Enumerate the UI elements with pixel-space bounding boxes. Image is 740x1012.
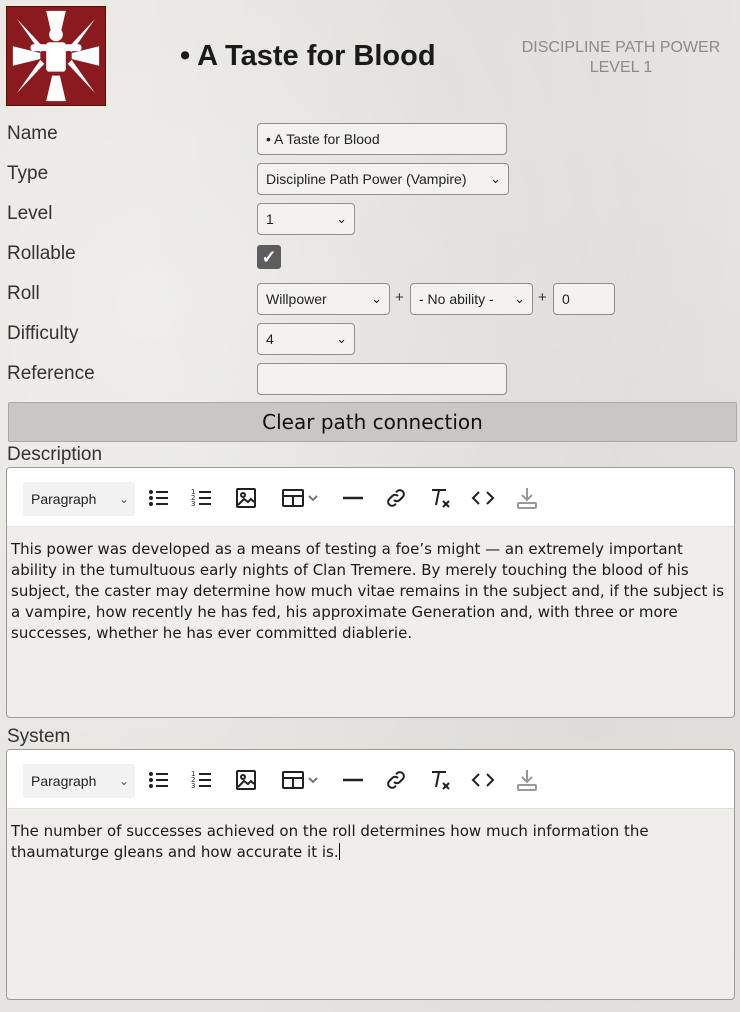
system-label: System [7, 726, 71, 747]
editor-toolbar: Paragraph ⌄ 123 [7, 468, 734, 527]
clear-formatting-icon[interactable] [426, 484, 454, 512]
link-icon[interactable] [382, 484, 410, 512]
name-input[interactable]: • A Taste for Blood [257, 123, 507, 155]
difficulty-select-value: 4 [266, 331, 274, 347]
chevron-down-icon: ⌄ [371, 291, 382, 306]
chevron-down-icon: ⌄ [336, 331, 347, 346]
system-editor[interactable]: Paragraph ⌄ 123 The number of successes … [6, 749, 735, 1000]
power-level-line: LEVEL 1 [589, 59, 653, 76]
plus-sign: + [395, 289, 404, 306]
power-type-heading: DISCIPLINE PATH POWER LEVEL 1 [506, 38, 736, 78]
svg-text:3: 3 [191, 500, 195, 508]
plus-sign: + [538, 289, 547, 306]
clan-figure-icon [12, 10, 100, 102]
description-editor[interactable]: Paragraph ⌄ 123 This power was developed… [6, 467, 735, 718]
chevron-down-icon: ⌄ [514, 291, 525, 306]
type-select[interactable]: Discipline Path Power (Vampire) ⌄ [257, 163, 509, 195]
chevron-down-icon: ⌄ [336, 211, 347, 226]
name-label: Name [7, 123, 58, 144]
reference-label: Reference [7, 363, 95, 384]
power-type-line: DISCIPLINE PATH POWER [521, 39, 721, 56]
level-label: Level [7, 203, 53, 224]
rollable-checkbox[interactable]: ✓ [257, 245, 281, 269]
source-code-icon[interactable] [469, 766, 497, 794]
image-icon[interactable] [232, 484, 260, 512]
level-select-value: 1 [266, 211, 274, 227]
block-format-select[interactable]: Paragraph ⌄ [23, 482, 135, 516]
image-icon[interactable] [232, 766, 260, 794]
block-format-select[interactable]: Paragraph ⌄ [23, 764, 135, 798]
insert-template-icon[interactable] [513, 484, 541, 512]
roll-label: Roll [7, 283, 40, 304]
description-content[interactable]: This power was developed as a means of t… [7, 527, 734, 656]
block-format-value: Paragraph [31, 773, 97, 789]
difficulty-select[interactable]: 4 ⌄ [257, 323, 355, 355]
chevron-down-icon: ⌄ [490, 171, 501, 186]
roll-attribute-select[interactable]: Willpower ⌄ [257, 283, 390, 315]
bullet-list-icon[interactable] [145, 766, 173, 794]
clear-formatting-icon[interactable] [426, 766, 454, 794]
chevron-down-icon: ⌄ [118, 492, 129, 506]
link-icon[interactable] [382, 766, 410, 794]
type-label: Type [7, 163, 49, 184]
insert-template-icon[interactable] [513, 766, 541, 794]
description-label: Description [7, 444, 103, 465]
block-format-value: Paragraph [31, 491, 97, 507]
source-code-icon[interactable] [469, 484, 497, 512]
table-icon[interactable] [277, 484, 325, 512]
page-title: • A Taste for Blood [180, 40, 436, 72]
roll-attribute-value: Willpower [266, 291, 327, 307]
table-icon[interactable] [277, 766, 325, 794]
type-select-value: Discipline Path Power (Vampire) [266, 171, 467, 187]
level-select[interactable]: 1 ⌄ [257, 203, 355, 235]
clan-logo [6, 6, 106, 106]
bullet-list-icon[interactable] [145, 484, 173, 512]
chevron-down-icon: ⌄ [118, 774, 129, 788]
roll-ability-select[interactable]: - No ability - ⌄ [410, 283, 533, 315]
svg-text:3: 3 [191, 782, 195, 790]
reference-input[interactable] [257, 363, 507, 395]
horizontal-rule-icon[interactable] [339, 484, 367, 512]
roll-modifier-input[interactable]: 0 [553, 283, 615, 315]
editor-toolbar: Paragraph ⌄ 123 [7, 750, 734, 809]
horizontal-rule-icon[interactable] [339, 766, 367, 794]
numbered-list-icon[interactable]: 123 [188, 766, 216, 794]
difficulty-label: Difficulty [7, 323, 79, 344]
system-text: The number of successes achieved on the … [11, 822, 649, 861]
numbered-list-icon[interactable]: 123 [188, 484, 216, 512]
clear-path-connection-button[interactable]: Clear path connection [8, 402, 737, 442]
text-cursor [338, 843, 340, 860]
rollable-label: Rollable [7, 243, 76, 264]
system-content[interactable]: The number of successes achieved on the … [7, 809, 734, 875]
roll-ability-value: - No ability - [419, 291, 494, 307]
